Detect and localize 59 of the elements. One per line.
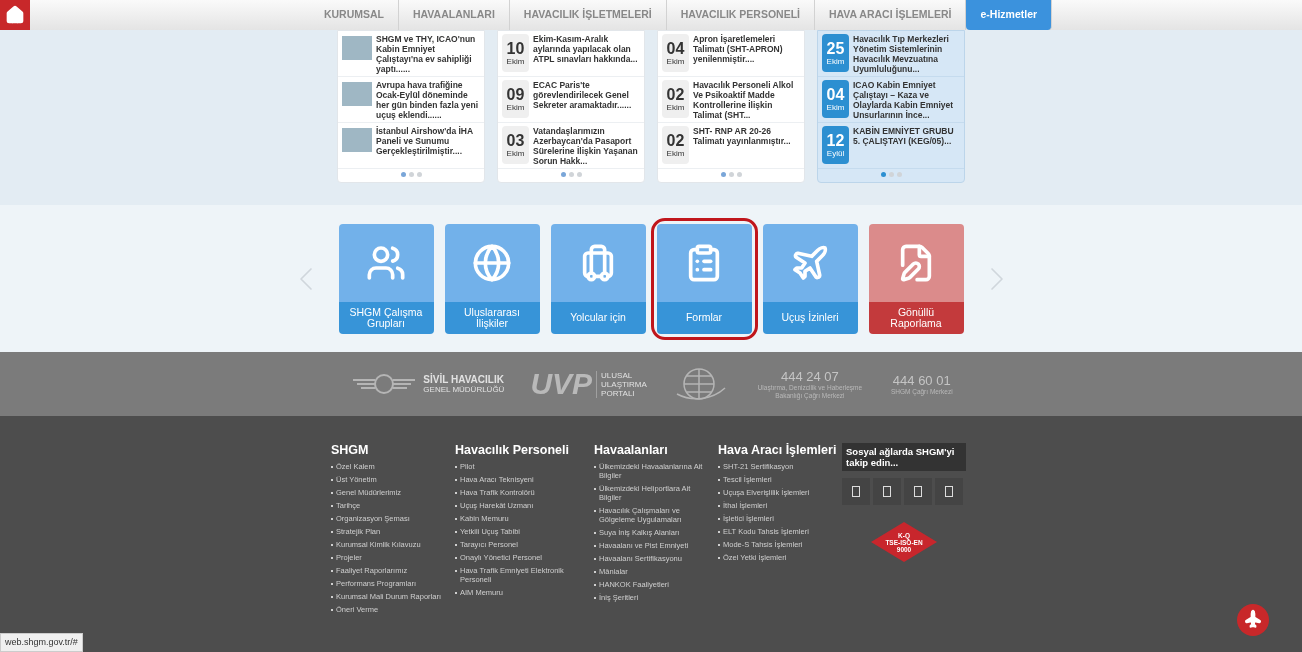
date-month: Ekim xyxy=(826,56,845,67)
date-day: 03 xyxy=(506,131,525,149)
news-headline[interactable]: Havacılık Tıp Merkezleri Yönetim Sistemlerinin Havacılık Mevzuatına Uyumluluğunu... xyxy=(853,34,960,74)
date-day: 10 xyxy=(506,39,525,57)
news-headline[interactable]: Havacılık Personeli Alkol Ve Psikoaktif Madde Kontrollerine İlişkin Talimat (SHT... xyxy=(693,80,800,120)
date-day: 12 xyxy=(826,131,845,149)
social-button[interactable] xyxy=(842,478,870,505)
date-day: 02 xyxy=(666,85,685,103)
news-thumbnail[interactable] xyxy=(342,36,372,60)
phone-number: 444 24 07 xyxy=(780,368,839,384)
phone-number: 444 60 01 xyxy=(892,372,951,388)
news-headline[interactable]: Vatandaşlarımızın Azerbaycan'da Pasaport Sürelerine İlişkin Yaşanan Sorun Hakk... xyxy=(533,126,640,166)
footer-heading: Hava Aracı İşlemleri xyxy=(718,443,838,458)
date-month: Ekim xyxy=(666,56,685,67)
date-month: Ekim xyxy=(506,148,525,159)
news-headline[interactable]: ICAO Kabin Emniyet Çalıştayı – Kaza ve Olaylarda Kabin Emniyet Unsurlarının İnce... xyxy=(853,80,960,120)
news-thumbnail[interactable] xyxy=(342,82,372,106)
date-month: Ekim xyxy=(666,102,685,113)
social-heading: Sosyal ağlarda SHGM'yi takip edin... xyxy=(842,443,966,471)
news-headline[interactable]: Apron İşaretlemeleri Talimatı (SHT-APRON) yenilenmiştir.... xyxy=(693,34,800,64)
nav-tab[interactable]: e-Hizmetler xyxy=(966,0,1053,30)
news-headline[interactable]: KABİN EMNİYET GRUBU 5. ÇALIŞTAYI (KEG/05)... xyxy=(853,126,960,146)
social-icon xyxy=(852,486,860,497)
date-month: Ekim xyxy=(506,56,525,67)
date-day: 04 xyxy=(666,39,685,57)
date-day: 25 xyxy=(826,39,845,57)
social-icon xyxy=(883,486,891,497)
social-button[interactable] xyxy=(904,478,932,505)
social-button[interactable] xyxy=(873,478,901,505)
news-headline[interactable]: SHT- RNP AR 20-26 Talimatı yayınlanmıştır... xyxy=(693,126,800,146)
status-url: web.shgm.gov.tr/# xyxy=(0,632,83,652)
home-icon xyxy=(5,5,25,25)
date-month: Ekim xyxy=(666,148,685,159)
home-button[interactable] xyxy=(0,0,30,30)
news-headline[interactable]: İstanbul Airshow'da İHA Paneli ve Sunumu Gerçekleştirilmiştir.... xyxy=(376,126,480,156)
date-day: 04 xyxy=(826,85,845,103)
news-headline[interactable]: ECAC Paris'te görevlendirilecek Genel Sekreter aramaktadır...... xyxy=(533,80,640,110)
footer-heading: Havaalanları xyxy=(594,443,669,458)
logo-title: SİVİL HAVACILIK xyxy=(423,374,505,385)
portal-logo-text: PORTALI xyxy=(601,388,635,398)
portal-logo-text: ULAŞTIRMA xyxy=(601,379,647,389)
footer-heading: Havacılık Personeli xyxy=(455,443,570,458)
news-headline[interactable]: SHGM ve THY, ICAO'nun Kabin Emniyet Çalıştayı'na ev sahipliği yaptı...... xyxy=(376,34,480,74)
globe-icon xyxy=(472,242,512,283)
portal-logo-mark: UVP xyxy=(530,369,593,399)
social-icon xyxy=(914,486,922,497)
social-icon xyxy=(945,486,953,497)
logo-subtitle: GENEL MÜDÜRLÜĞÜ xyxy=(423,385,505,394)
news-thumbnail[interactable] xyxy=(342,128,372,152)
date-month: Ekim xyxy=(826,102,845,113)
portal-logo-text: ULUSAL xyxy=(601,370,634,380)
news-headline[interactable]: Ekim-Kasım-Aralık aylarında yapılacak olan ATPL sınavları hakkında... xyxy=(533,34,640,64)
date-month: Ekim xyxy=(506,102,525,113)
footer-heading: SHGM xyxy=(331,443,370,458)
social-button[interactable] xyxy=(935,478,963,505)
date-day: 02 xyxy=(666,131,685,149)
news-headline[interactable]: Avrupa hava trafiğine Ocak-Eylül döneminde her gün binden fazla yeni uçuş eklendi...... xyxy=(376,80,480,120)
date-day: 09 xyxy=(506,85,525,103)
date-month: Eylül xyxy=(826,148,845,159)
